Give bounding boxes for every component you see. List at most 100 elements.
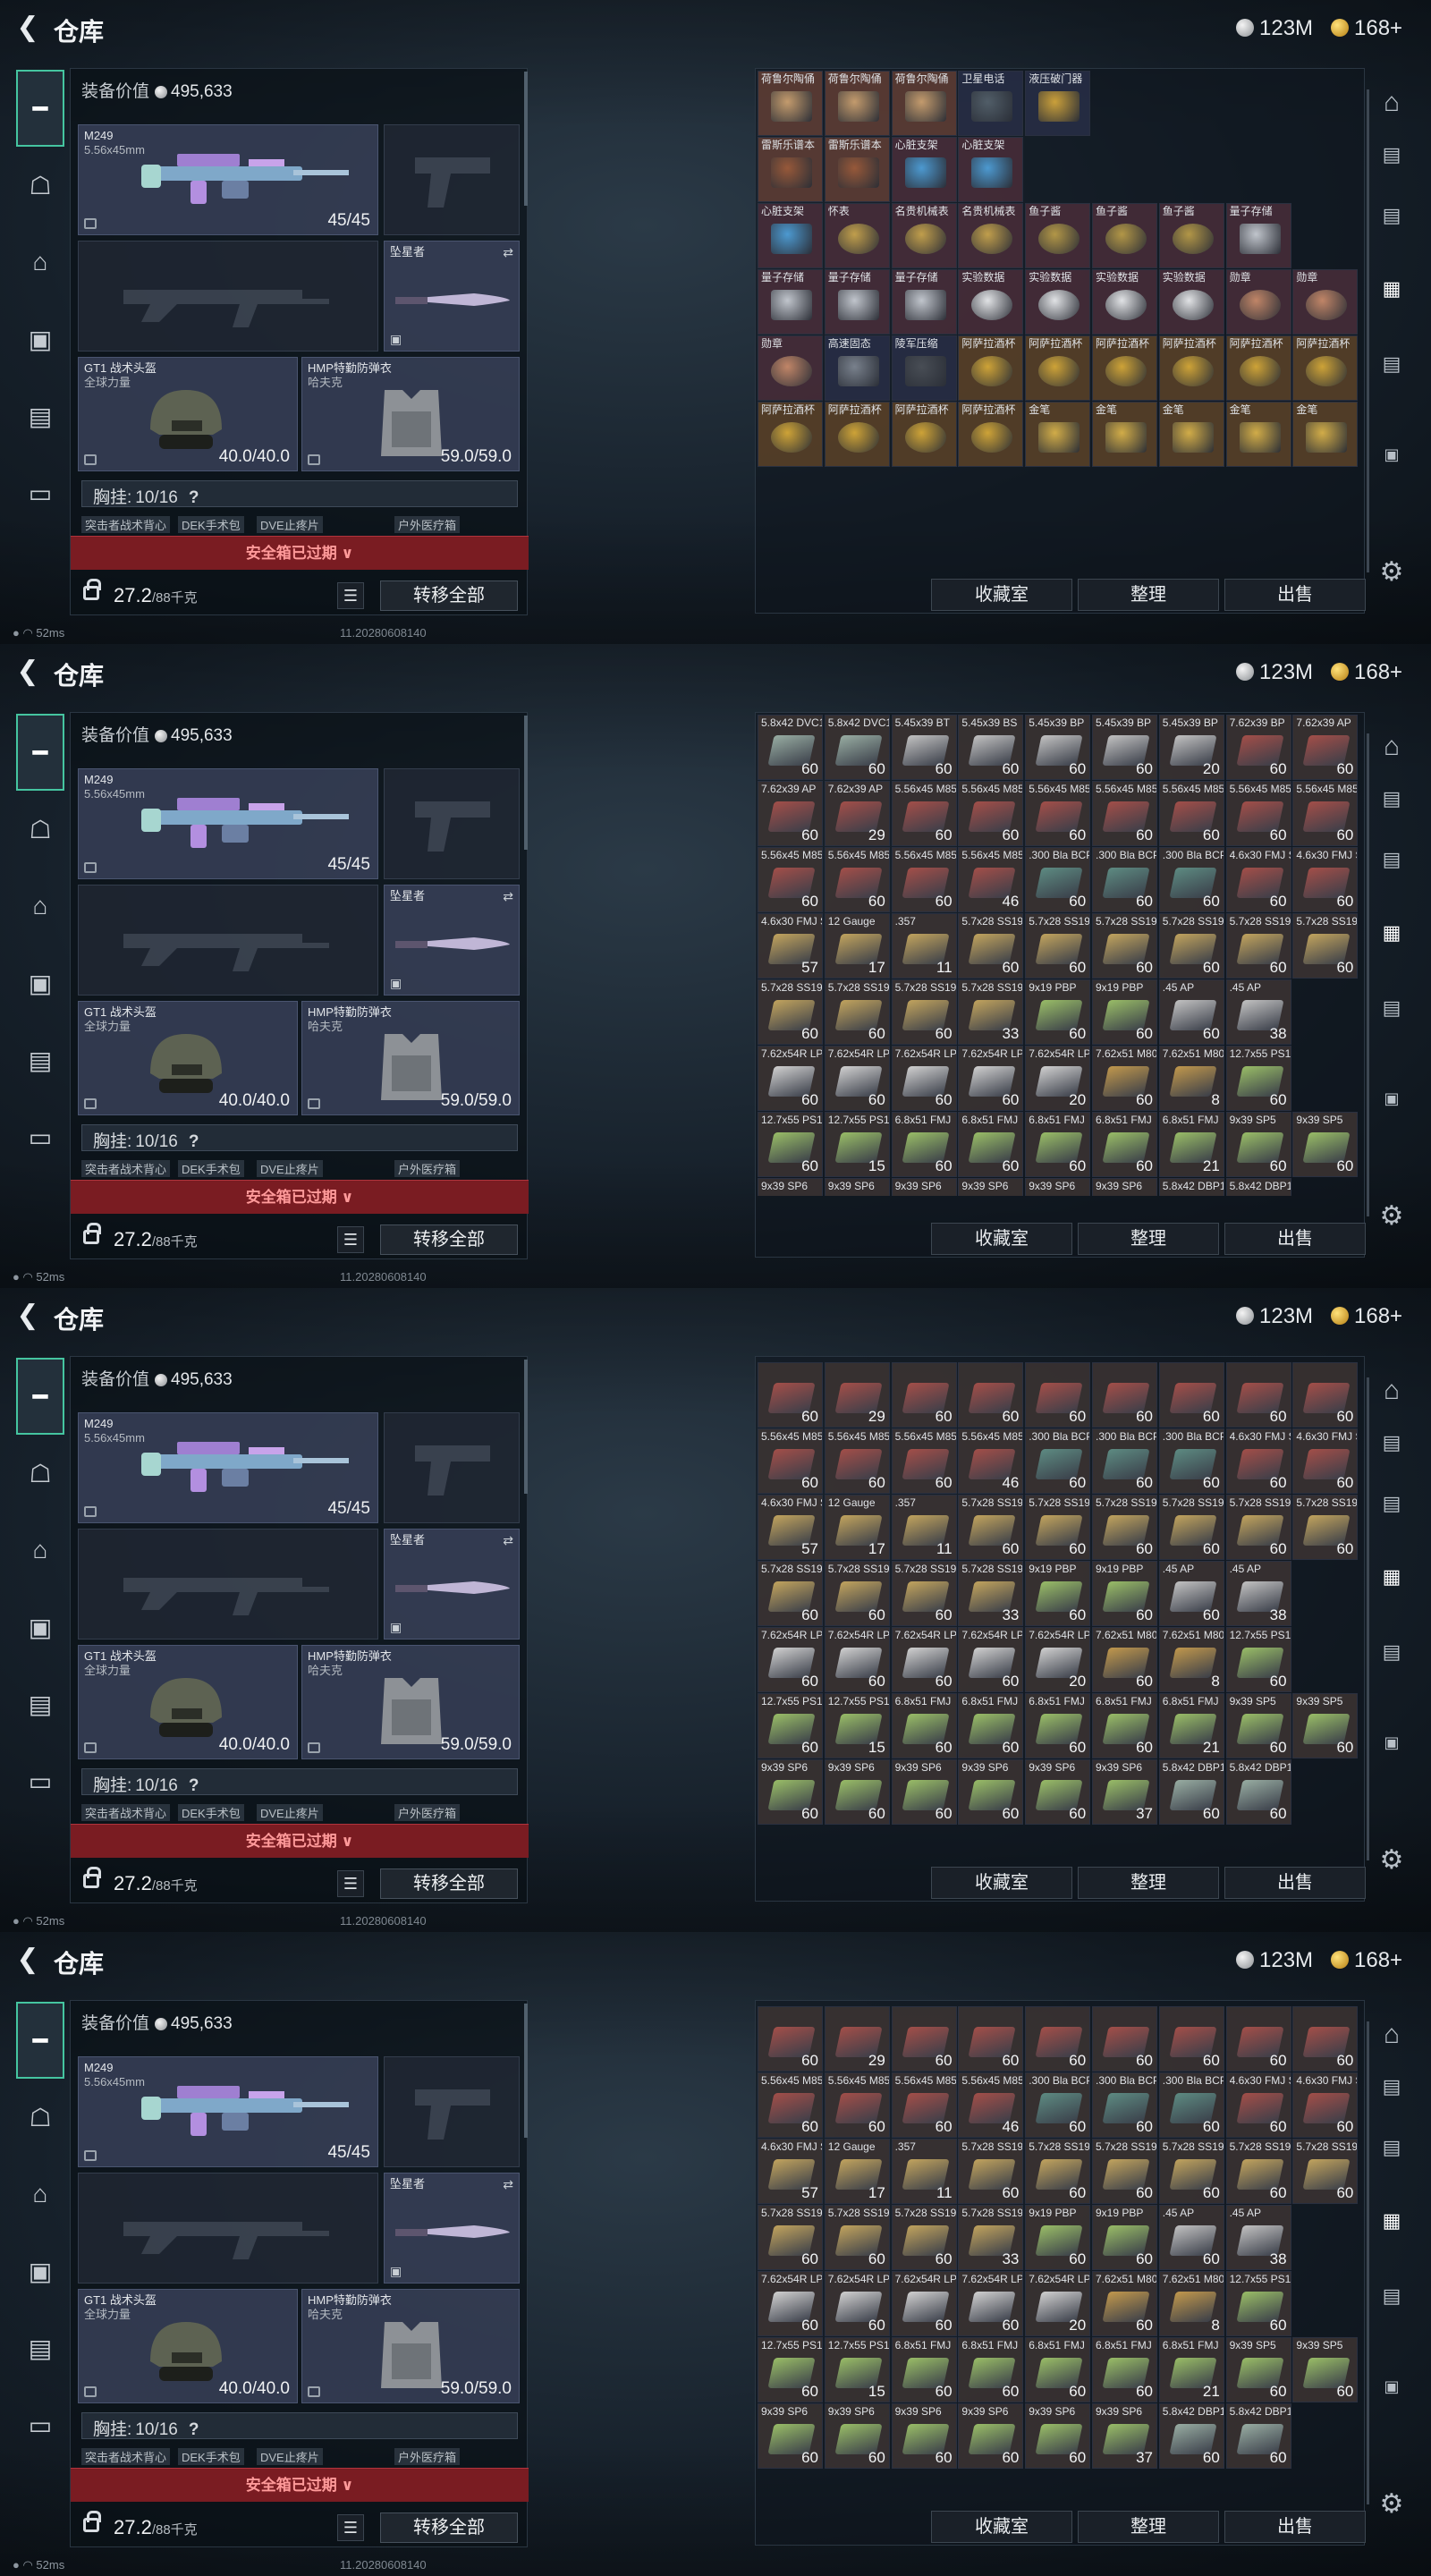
pouch-item[interactable]: 突击者战术背心: [81, 2448, 171, 2465]
inventory-item[interactable]: 7.62x54R LPS 60: [758, 1627, 823, 1692]
settings-gear-icon[interactable]: ⚙: [1372, 556, 1411, 596]
inventory-item[interactable]: 7.62x54R LPS 60: [758, 1046, 823, 1111]
inventory-item[interactable]: 7.62x51 M80 8: [1158, 1627, 1224, 1692]
inventory-item[interactable]: 心脏支架: [891, 137, 957, 202]
inventory-item[interactable]: 5.7x28 SS198 60: [1292, 913, 1359, 979]
inventory-item[interactable]: 鱼子酱: [1025, 203, 1091, 268]
inventory-item[interactable]: 鱼子酱: [1158, 203, 1224, 268]
inventory-item[interactable]: 9x39 SP5 60: [1292, 2337, 1359, 2402]
case-category-icon[interactable]: ▭: [16, 1742, 64, 1819]
armor-category-icon[interactable]: ☖: [16, 791, 64, 868]
collection-room-button[interactable]: 收藏室: [931, 1867, 1072, 1899]
warehouse-tab-1-icon[interactable]: ▤: [1372, 2075, 1411, 2114]
case-category-icon[interactable]: ▭: [16, 2386, 64, 2463]
inventory-item[interactable]: 5.7x28 SS190 33: [958, 1561, 1024, 1626]
inventory-item[interactable]: 5.7x28 SS198 60: [1158, 913, 1224, 979]
pouch-item[interactable]: DEK手术包: [178, 1160, 244, 1177]
armor-category-icon[interactable]: ☖: [16, 1435, 64, 1512]
safe-box-expired-banner[interactable]: 安全箱已过期 ∨: [71, 536, 529, 570]
inventory-item[interactable]: 阿萨拉酒杯: [891, 402, 957, 467]
inventory-item[interactable]: 60: [958, 2006, 1024, 2072]
safe-box-expired-banner[interactable]: 安全箱已过期 ∨: [71, 2468, 529, 2502]
inventory-item[interactable]: 5.7x28 SS190 60: [891, 2205, 957, 2270]
inventory-item[interactable]: .300 Bla BCP FMJ 60: [1025, 2072, 1091, 2138]
inventory-item[interactable]: 6.8x51 FMJ 60: [958, 1112, 1024, 1177]
inventory-item[interactable]: 5.7x28 SS190 60: [891, 1561, 957, 1626]
list-icon[interactable]: ☰: [337, 2514, 364, 2541]
inventory-item[interactable]: .300 Bla BCP FMJ 60: [1092, 2072, 1157, 2138]
inventory-item[interactable]: 7.62x54R LPS 20: [1025, 2271, 1091, 2336]
warehouse-tab-2-icon[interactable]: ▤: [1372, 848, 1411, 887]
inventory-item[interactable]: 阿萨拉酒杯: [1025, 335, 1091, 401]
inventory-item[interactable]: 9x39 SP6 60: [824, 1759, 890, 1825]
inventory-item[interactable]: 5.7x28 SS198 60: [958, 913, 1024, 979]
pistol-slot[interactable]: [384, 1412, 520, 1523]
inventory-item[interactable]: .357 11: [891, 1495, 957, 1560]
inventory-item[interactable]: 荷鲁尔陶俑: [891, 71, 957, 136]
gold-currency[interactable]: 168+: [1331, 16, 1402, 41]
pistol-slot[interactable]: [384, 124, 520, 235]
inventory-item[interactable]: 60: [1292, 1362, 1359, 1428]
inventory-item[interactable]: 9x19 PBP 60: [1025, 979, 1091, 1045]
inventory-item[interactable]: 心脏支架: [958, 137, 1024, 202]
helmet-category-icon[interactable]: ⌂: [16, 868, 64, 945]
warehouse-home-icon[interactable]: ⌂: [1372, 732, 1411, 771]
lock-icon[interactable]: ▣: [1372, 1089, 1411, 1129]
inventory-item[interactable]: 5.56x45 M855 60: [958, 781, 1024, 846]
inventory-item[interactable]: 阿萨拉酒杯: [1092, 335, 1157, 401]
inventory-item[interactable]: 5.8x42 DBP10 60: [1158, 2403, 1224, 2469]
inventory-item[interactable]: 7.62x54R LPS 20: [1025, 1046, 1091, 1111]
inventory-item[interactable]: 勋章: [758, 335, 823, 401]
inventory-item[interactable]: 5.56x45 M855 46: [958, 2072, 1024, 2138]
inventory-item[interactable]: 雷斯乐谱本: [824, 137, 890, 202]
inventory-item[interactable]: 5.8x42 DBP10 60: [1225, 2403, 1291, 2469]
inventory-item[interactable]: 心脏支架: [758, 203, 823, 268]
melee-slot[interactable]: 坠星者 ⇄ ▣: [384, 885, 520, 996]
warehouse-tab-2-icon[interactable]: ▤: [1372, 1492, 1411, 1531]
inventory-item[interactable]: .300 Bla BCP FMJ 60: [1025, 1428, 1091, 1494]
chest-rig-category-icon[interactable]: ▤: [16, 377, 64, 454]
equipment-scrollbar[interactable]: [524, 2004, 528, 2138]
inventory-item[interactable]: 4.6x30 FMJ SX 57: [758, 2139, 823, 2204]
gold-currency[interactable]: 168+: [1331, 660, 1402, 685]
weapon-category-icon[interactable]: ━: [16, 714, 64, 791]
settings-gear-icon[interactable]: ⚙: [1372, 1844, 1411, 1884]
inventory-item[interactable]: 9x39 SP6 60: [891, 1759, 957, 1825]
inventory-item[interactable]: 5.7x28 SS198 60: [958, 2139, 1024, 2204]
melee-slot[interactable]: 坠星者 ⇄ ▣: [384, 241, 520, 352]
inventory-item[interactable]: 5.7x28 SS198 60: [1092, 1495, 1157, 1560]
inventory-item[interactable]: 4.6x30 FMJ SX 57: [758, 913, 823, 979]
inventory-item[interactable]: 荷鲁尔陶俑: [758, 71, 823, 136]
inventory-item[interactable]: 9x39 SP5 60: [1225, 1112, 1291, 1177]
inventory-item[interactable]: 名贵机械表: [958, 203, 1024, 268]
inventory-item[interactable]: 12.7x55 PS12B 15: [824, 2337, 890, 2402]
inventory-item[interactable]: 6.8x51 FMJ 60: [891, 1693, 957, 1758]
inventory-item[interactable]: 量子存储: [824, 269, 890, 335]
inventory-item[interactable]: 5.7x28 SS190 60: [758, 1561, 823, 1626]
warehouse-tab-3-icon[interactable]: ▦: [1372, 1565, 1411, 1605]
inventory-item[interactable]: 5.56x45 M855 46: [958, 847, 1024, 912]
help-icon[interactable]: ?: [189, 488, 199, 508]
inventory-item[interactable]: 7.62x39 AP 60: [758, 781, 823, 846]
inventory-item[interactable]: 12.7x55 PS12A 60: [758, 1112, 823, 1177]
inventory-item[interactable]: 7.62x54R LPS 60: [758, 2271, 823, 2336]
inventory-item[interactable]: 高速固态: [824, 335, 890, 401]
armor-slot[interactable]: HMP特勤防弹衣 哈夫克 59.0/59.0: [301, 2289, 520, 2403]
inventory-item[interactable]: 5.45x39 BP 60: [1092, 715, 1157, 780]
inventory-item[interactable]: 9x39 SP6 60: [758, 2403, 823, 2469]
inventory-item[interactable]: 9x39 SP6 60: [891, 2403, 957, 2469]
inventory-item[interactable]: 7.62x51 M80 60: [1092, 2271, 1157, 2336]
collection-room-button[interactable]: 收藏室: [931, 1223, 1072, 1255]
inventory-item[interactable]: 5.56x45 M855 60: [824, 2072, 890, 2138]
inventory-item[interactable]: 5.7x28 SS190 60: [824, 2205, 890, 2270]
inventory-item[interactable]: 9x19 PBP 60: [1025, 1561, 1091, 1626]
inventory-item[interactable]: 5.8x42 DBP10: [1158, 1178, 1224, 1196]
helmet-slot[interactable]: GT1 战术头盔 全球力量 40.0/40.0: [78, 357, 298, 471]
warehouse-tab-3-icon[interactable]: ▦: [1372, 277, 1411, 317]
weapon-category-icon[interactable]: ━: [16, 70, 64, 147]
inventory-item[interactable]: 12.7x55 PS12B 15: [824, 1693, 890, 1758]
helmet-slot[interactable]: GT1 战术头盔 全球力量 40.0/40.0: [78, 1001, 298, 1115]
organize-button[interactable]: 整理: [1078, 1223, 1219, 1255]
inventory-item[interactable]: 7.62x54R LPS 60: [958, 1046, 1024, 1111]
warehouse-tab-1-icon[interactable]: ▤: [1372, 143, 1411, 182]
